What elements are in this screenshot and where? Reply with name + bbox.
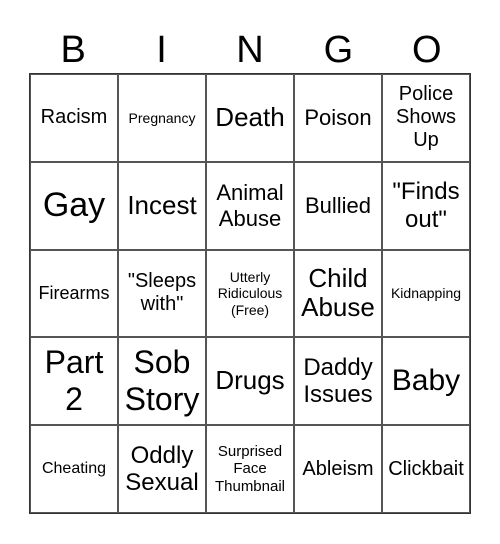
bingo-cell[interactable]: Gay xyxy=(30,161,118,250)
header-letter-o: O xyxy=(411,29,442,71)
bingo-cell[interactable]: Baby xyxy=(382,337,470,426)
bingo-cell[interactable]: Daddy Issues xyxy=(294,337,382,426)
bingo-cell[interactable]: Animal Abuse xyxy=(206,161,294,250)
bingo-cell[interactable]: Ableism xyxy=(294,425,382,513)
bingo-cell[interactable]: Death xyxy=(206,74,294,162)
bingo-cell[interactable]: Bullied xyxy=(294,161,382,250)
header-letter-b: B xyxy=(60,29,86,71)
bingo-cell[interactable]: Part 2 xyxy=(30,337,118,426)
bingo-cell[interactable]: Clickbait xyxy=(382,425,470,513)
header-letter-g: G xyxy=(323,29,354,71)
header-letter-n: N xyxy=(236,29,264,71)
bingo-cell[interactable]: Poison xyxy=(294,74,382,162)
bingo-cell[interactable]: Drugs xyxy=(206,337,294,426)
bingo-cell[interactable]: Pregnancy xyxy=(118,74,206,162)
bingo-cell[interactable]: Cheating xyxy=(30,425,118,513)
bingo-cell[interactable]: Firearms xyxy=(30,249,118,338)
bingo-header: B I N G O xyxy=(29,28,471,73)
bingo-cell[interactable]: Oddly Sexual xyxy=(118,425,206,513)
bingo-cell[interactable]: Child Abuse xyxy=(294,249,382,338)
bingo-cell[interactable]: Racism xyxy=(30,74,118,162)
bingo-cell[interactable]: Police Shows Up xyxy=(382,74,470,162)
bingo-grid: Racism Pregnancy Death Poison Police Sho… xyxy=(29,73,471,514)
bingo-cell[interactable]: Sob Story xyxy=(118,337,206,426)
bingo-cell[interactable]: Incest xyxy=(118,161,206,250)
bingo-cell[interactable]: Kidnapping xyxy=(382,249,470,338)
bingo-cell[interactable]: "Sleeps with" xyxy=(118,249,206,338)
bingo-cell[interactable]: "Finds out" xyxy=(382,161,470,250)
free-space-cell[interactable]: Utterly Ridiculous (Free) xyxy=(206,249,294,338)
bingo-cell[interactable]: Surprised Face Thumbnail xyxy=(206,425,294,513)
header-letter-i: I xyxy=(156,29,167,71)
